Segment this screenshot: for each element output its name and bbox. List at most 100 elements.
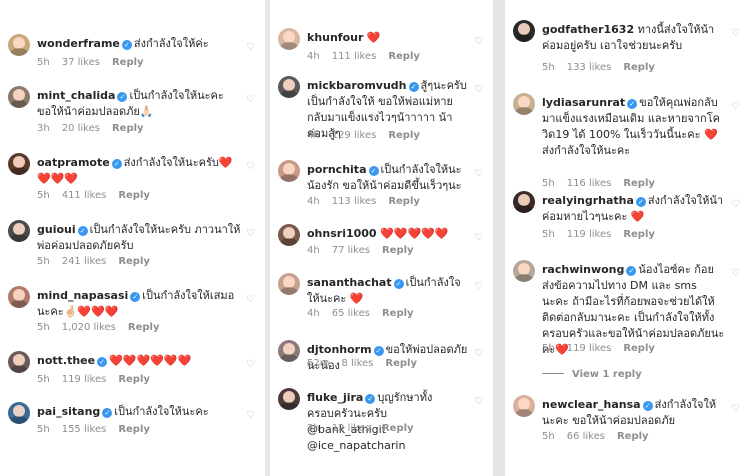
comment-likes[interactable]: 66 likes	[567, 431, 605, 442]
like-heart-icon[interactable]: ♡	[246, 94, 255, 105]
like-heart-icon[interactable]: ♡	[474, 168, 483, 179]
comment-text-block: wonderframe ✓ ส่งกำลังใจให้ค่ะ	[37, 36, 241, 52]
avatar[interactable]	[278, 273, 300, 295]
comment-username[interactable]: oatpramote	[37, 156, 110, 169]
comment-text-block: lydiasarunrat ✓ ขอให้คุณพ่อกลับมาแข็งแรงเห…	[542, 95, 726, 159]
like-heart-icon[interactable]: ♡	[246, 410, 255, 421]
comment-username[interactable]: nott.thee	[37, 354, 95, 367]
reply-button[interactable]: Reply	[112, 123, 144, 134]
comment-username[interactable]: newclear_hansa	[542, 398, 641, 411]
avatar[interactable]	[278, 340, 300, 362]
comment-username[interactable]: sananthachat	[307, 276, 392, 289]
like-heart-icon[interactable]: ♡	[474, 396, 483, 407]
reply-button[interactable]: Reply	[623, 178, 655, 189]
reply-button[interactable]: Reply	[388, 130, 420, 141]
comment-likes[interactable]: 241 likes	[62, 256, 107, 267]
comment-likes[interactable]: 113 likes	[332, 196, 377, 207]
reply-button[interactable]: Reply	[623, 229, 655, 240]
comment-likes[interactable]: 116 likes	[567, 178, 612, 189]
reply-button[interactable]: Reply	[385, 358, 417, 369]
comment-likes[interactable]: 119 likes	[567, 343, 612, 354]
comment-username[interactable]: mint_chalida	[37, 89, 115, 102]
view-replies-button[interactable]: View 1 reply	[542, 369, 642, 380]
reply-button[interactable]: Reply	[128, 322, 160, 333]
like-heart-icon[interactable]: ♡	[474, 84, 483, 95]
comment-username[interactable]: fluke_jira	[307, 391, 363, 404]
comment-likes[interactable]: 20 likes	[62, 123, 100, 134]
like-heart-icon[interactable]: ♡	[474, 348, 483, 359]
like-heart-icon[interactable]: ♡	[474, 232, 483, 243]
avatar[interactable]	[278, 160, 300, 182]
avatar[interactable]	[513, 395, 535, 417]
like-heart-icon[interactable]: ♡	[731, 268, 740, 279]
comment-username[interactable]: rachwinwong	[542, 263, 624, 276]
comment-username[interactable]: mickbaromvudh	[307, 79, 407, 92]
like-heart-icon[interactable]: ♡	[731, 28, 740, 39]
reply-button[interactable]: Reply	[382, 423, 414, 434]
like-heart-icon[interactable]: ♡	[246, 359, 255, 370]
comment-likes[interactable]: 411 likes	[62, 190, 107, 201]
avatar[interactable]	[8, 34, 30, 56]
avatar[interactable]	[8, 286, 30, 308]
comment-likes[interactable]: 119 likes	[62, 374, 107, 385]
avatar[interactable]	[278, 388, 300, 410]
reply-button[interactable]: Reply	[388, 51, 420, 62]
reply-button[interactable]: Reply	[382, 245, 414, 256]
comment-username[interactable]: realyingrhatha	[542, 194, 634, 207]
avatar[interactable]	[8, 220, 30, 242]
reply-button[interactable]: Reply	[118, 256, 150, 267]
comment-meta: 5h 241 likes Reply	[37, 256, 162, 267]
avatar[interactable]	[513, 260, 535, 282]
like-heart-icon[interactable]: ♡	[474, 281, 483, 292]
comment-username[interactable]: lydiasarunrat	[542, 96, 625, 109]
reply-button[interactable]: Reply	[388, 196, 420, 207]
comment-username[interactable]: djtonhorm	[307, 343, 372, 356]
reply-button[interactable]: Reply	[118, 190, 150, 201]
comment-likes[interactable]: 65 likes	[332, 308, 370, 319]
comment-likes[interactable]: 119 likes	[567, 229, 612, 240]
comment-username[interactable]: godfather1632	[542, 23, 634, 36]
avatar[interactable]	[8, 351, 30, 373]
comment-username[interactable]: pornchita	[307, 163, 367, 176]
comment-likes[interactable]: 133 likes	[567, 62, 612, 73]
reply-button[interactable]: Reply	[623, 343, 655, 354]
reply-button[interactable]: Reply	[617, 431, 649, 442]
view-replies-label[interactable]: View 1 reply	[572, 369, 642, 380]
avatar[interactable]	[278, 76, 300, 98]
comment-likes[interactable]: 37 likes	[62, 57, 100, 68]
like-heart-icon[interactable]: ♡	[474, 36, 483, 47]
like-heart-icon[interactable]: ♡	[246, 228, 255, 239]
avatar[interactable]	[8, 153, 30, 175]
avatar[interactable]	[278, 224, 300, 246]
comment-likes[interactable]: 129 likes	[332, 130, 377, 141]
reply-button[interactable]: Reply	[118, 424, 150, 435]
like-heart-icon[interactable]: ♡	[246, 161, 255, 172]
reply-button[interactable]: Reply	[382, 308, 414, 319]
comment-username[interactable]: wonderframe	[37, 37, 120, 50]
comment-likes[interactable]: 8 likes	[341, 358, 373, 369]
comment-username[interactable]: pai_sitang	[37, 405, 100, 418]
comment-likes[interactable]: 155 likes	[62, 424, 107, 435]
comment-username[interactable]: mind_napasasi	[37, 289, 128, 302]
comment-username[interactable]: khunfour	[307, 31, 363, 44]
comment-username[interactable]: guioui	[37, 223, 76, 236]
reply-button[interactable]: Reply	[118, 374, 150, 385]
avatar[interactable]	[513, 93, 535, 115]
comment-likes[interactable]: 77 likes	[332, 245, 370, 256]
avatar[interactable]	[513, 20, 535, 42]
comment-likes[interactable]: 12 likes	[332, 423, 370, 434]
like-heart-icon[interactable]: ♡	[246, 294, 255, 305]
comment-likes[interactable]: 111 likes	[332, 51, 377, 62]
like-heart-icon[interactable]: ♡	[731, 101, 740, 112]
avatar[interactable]	[8, 402, 30, 424]
like-heart-icon[interactable]: ♡	[246, 42, 255, 53]
avatar[interactable]	[513, 191, 535, 213]
reply-button[interactable]: Reply	[623, 62, 655, 73]
like-heart-icon[interactable]: ♡	[731, 403, 740, 414]
reply-button[interactable]: Reply	[112, 57, 144, 68]
comment-username[interactable]: ohnsri1000	[307, 227, 377, 240]
avatar[interactable]	[278, 28, 300, 50]
comment-likes[interactable]: 1,020 likes	[62, 322, 116, 333]
like-heart-icon[interactable]: ♡	[731, 199, 740, 210]
avatar[interactable]	[8, 86, 30, 108]
